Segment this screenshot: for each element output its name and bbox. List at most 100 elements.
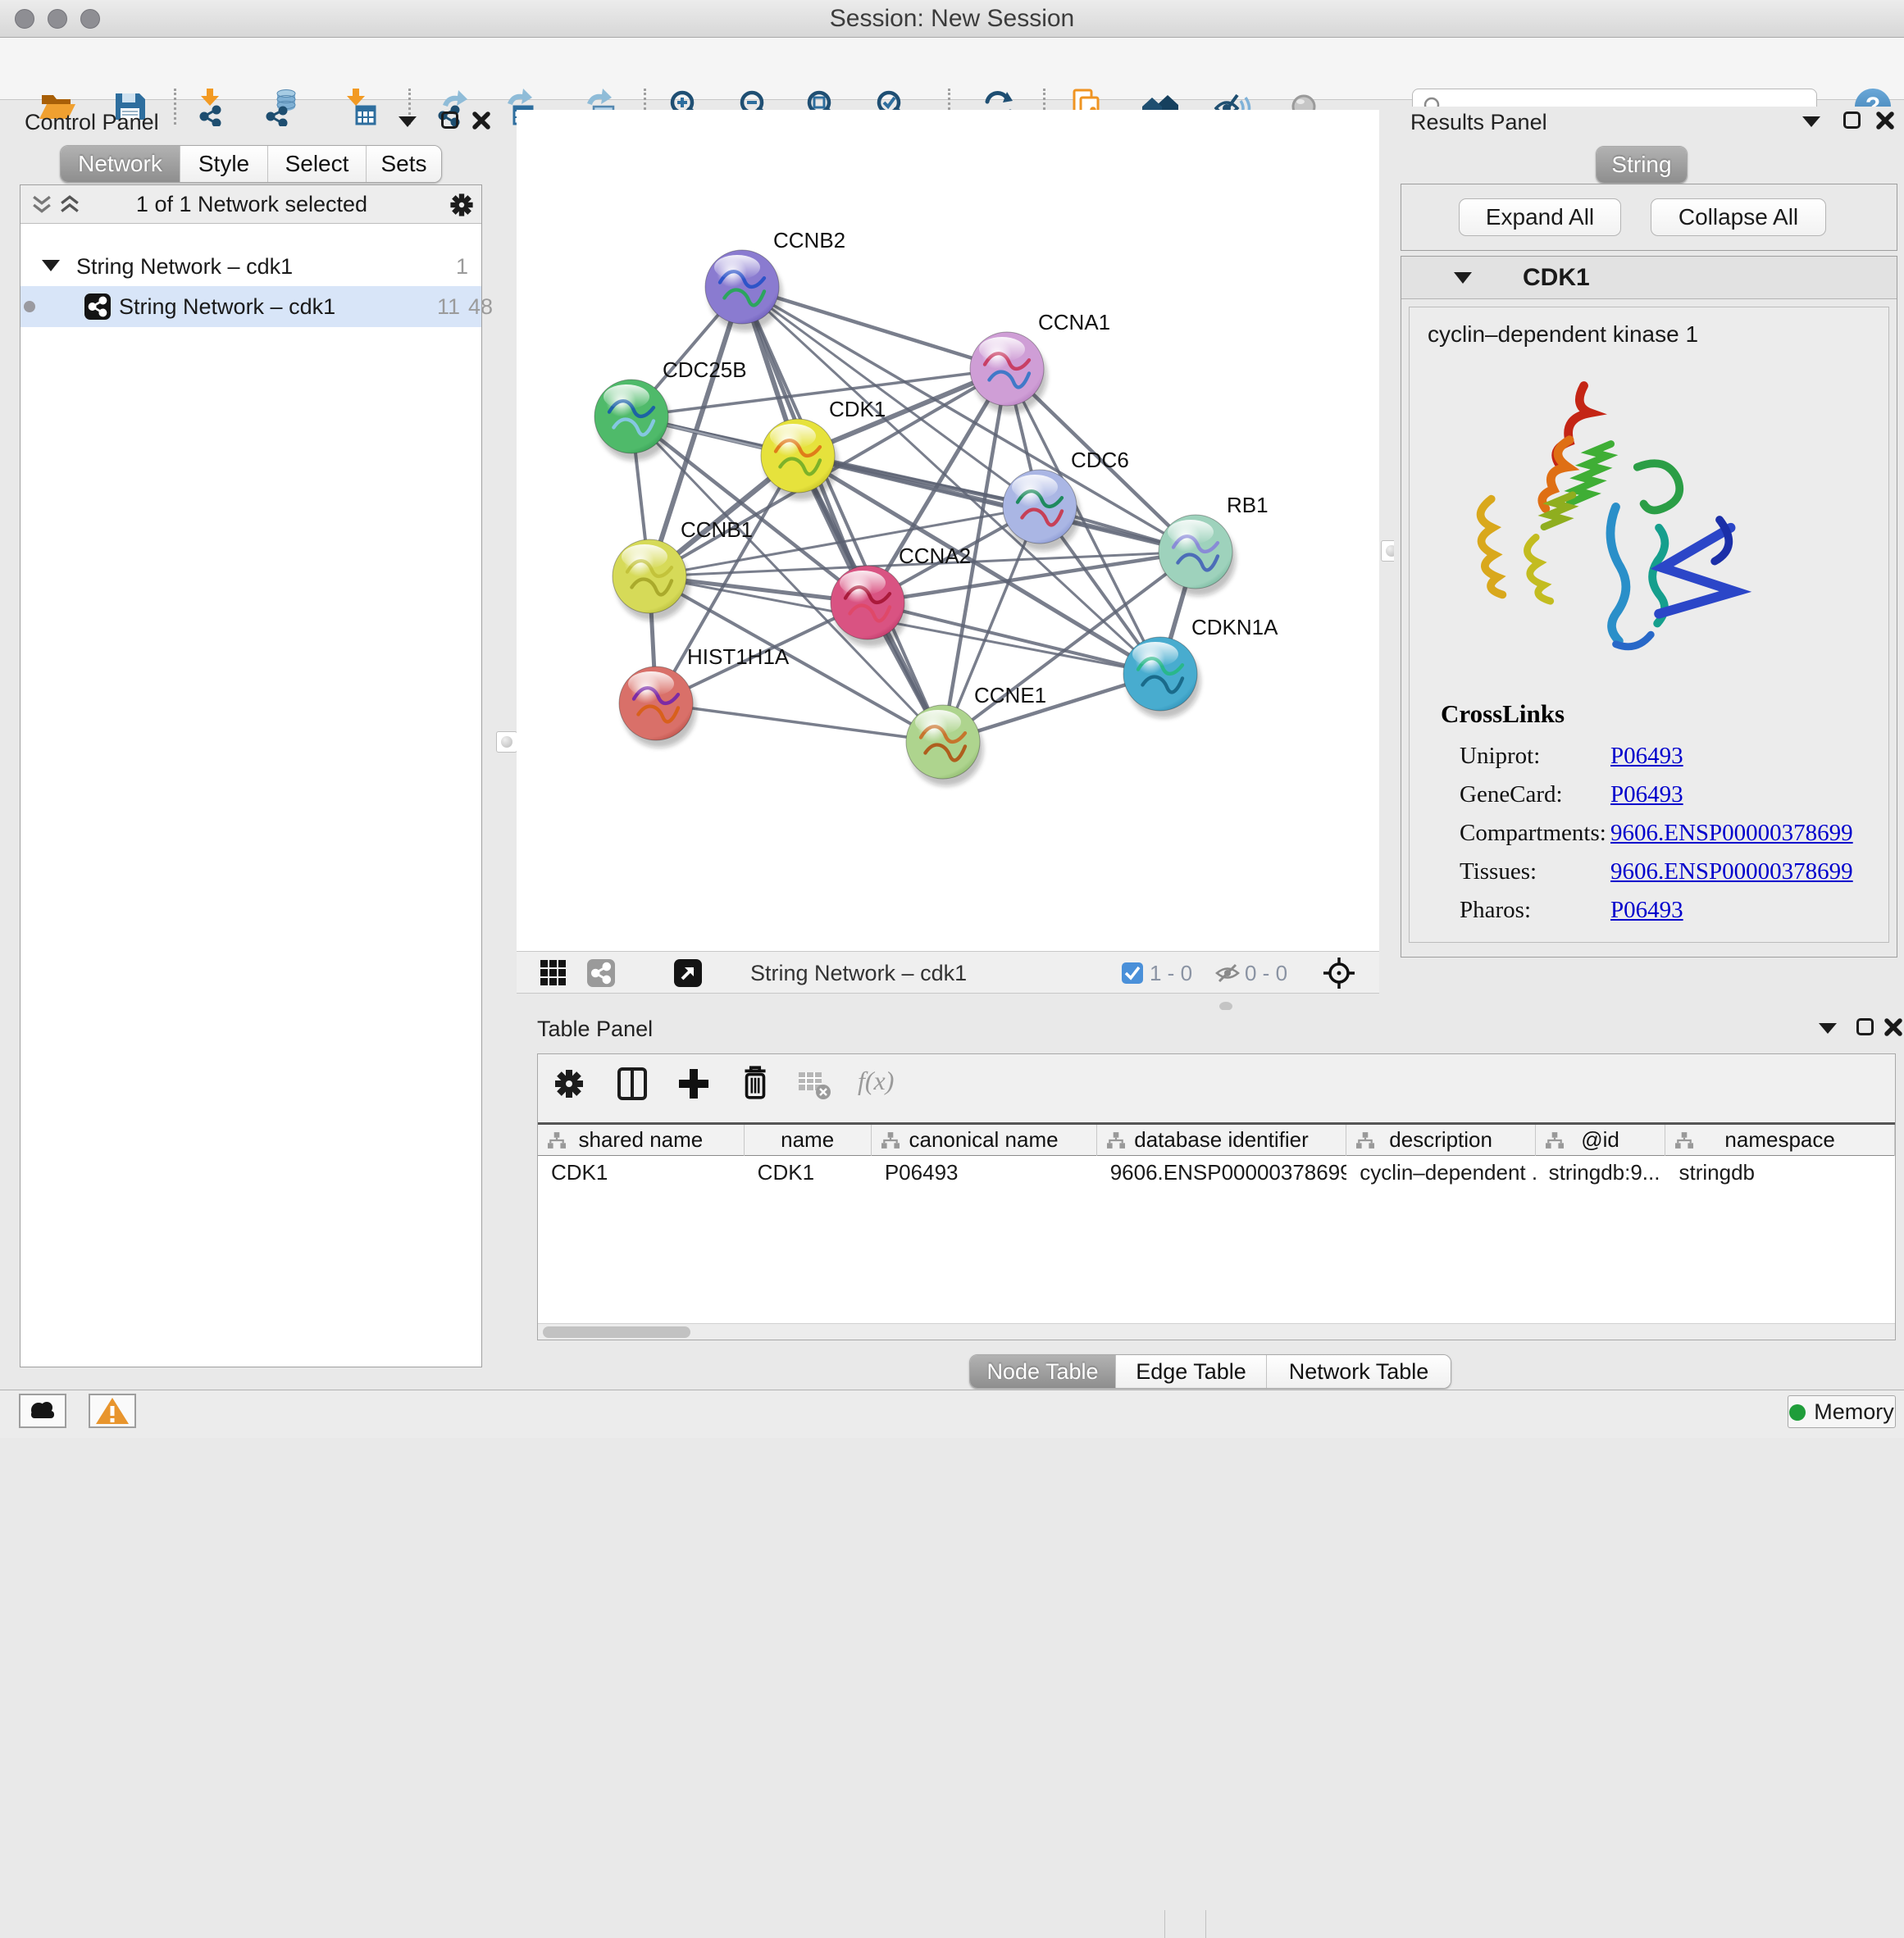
gear-icon[interactable] — [449, 192, 475, 218]
warning-button[interactable] — [89, 1394, 136, 1428]
network-edge-CDK1-RB1[interactable] — [798, 456, 1196, 552]
crosslink-link[interactable]: P06493 — [1610, 743, 1683, 769]
scrollbar-thumb[interactable] — [543, 1326, 690, 1338]
column-header-label: description — [1346, 1125, 1534, 1154]
tab-edge-table[interactable]: Edge Table — [1116, 1355, 1267, 1388]
column-header-database-identifier[interactable]: database identifier — [1097, 1125, 1347, 1156]
table-panel-tabs: Node Table Edge Table Network Table — [969, 1354, 1451, 1389]
panel-close-icon[interactable] — [472, 111, 490, 130]
network-edge-CCNB2-RB1[interactable] — [742, 287, 1196, 552]
panel-collapse-icon[interactable] — [399, 116, 417, 127]
table-panel-title: Table Panel — [537, 1017, 653, 1042]
panel-collapse-icon[interactable] — [1819, 1023, 1837, 1034]
hidden-eye-slash-icon[interactable] — [1215, 962, 1240, 984]
collapse-all-button[interactable]: Collapse All — [1651, 198, 1826, 236]
panel-float-icon[interactable] — [1843, 111, 1861, 129]
selected-checkbox-icon[interactable] — [1122, 962, 1143, 984]
protein-section-header[interactable]: CDK1 — [1401, 257, 1897, 299]
tab-network-table[interactable]: Network Table — [1267, 1355, 1451, 1388]
network-node-label: CDKN1A — [1191, 615, 1278, 639]
horizontal-scrollbar[interactable] — [538, 1323, 1895, 1340]
table-cell[interactable]: CDK1 — [538, 1157, 745, 1188]
share-view-icon[interactable] — [587, 959, 615, 987]
column-header-name[interactable]: name — [745, 1125, 872, 1156]
crosslink-label: Pharos: — [1460, 897, 1610, 924]
network-selection-summary: 1 of 1 Network selected — [20, 185, 483, 224]
delete-table-icon-disabled — [797, 1069, 831, 1100]
protein-structure-image — [1446, 371, 1757, 666]
memory-button[interactable]: Memory — [1788, 1395, 1896, 1428]
network-node-CCNA1[interactable]: CCNA1 — [970, 310, 1110, 413]
crosslink-row: Tissues:9606.ENSP00000378699 — [1460, 858, 1853, 897]
network-node-CCNE1[interactable]: CCNE1 — [906, 683, 1046, 786]
network-node-CCNB2[interactable]: CCNB2 — [705, 228, 845, 331]
crosslink-row: GeneCard:P06493 — [1460, 781, 1683, 820]
show-columns-icon[interactable] — [614, 1066, 650, 1102]
tree-expander-icon[interactable] — [42, 260, 60, 271]
tab-string[interactable]: String — [1597, 147, 1687, 183]
crosslink-link[interactable]: 9606.ENSP00000378699 — [1610, 820, 1853, 846]
toolbar-separator — [1164, 1910, 1165, 1938]
network-node-RB1[interactable]: RB1 — [1159, 493, 1269, 596]
column-header--id[interactable]: @id — [1536, 1125, 1666, 1156]
control-panel-tabs: Network Style Select Sets — [60, 145, 442, 183]
protein-name: CDK1 — [1523, 257, 1590, 299]
table-gear-icon[interactable] — [553, 1067, 585, 1100]
section-expander-icon[interactable] — [1454, 272, 1472, 284]
window-title: Session: New Session — [0, 0, 1904, 38]
warning-icon — [90, 1395, 134, 1426]
crosslink-link[interactable]: P06493 — [1610, 897, 1683, 923]
panel-float-icon[interactable] — [1856, 1018, 1874, 1035]
crosslink-label: Compartments: — [1460, 820, 1610, 847]
column-header-description[interactable]: description — [1346, 1125, 1535, 1156]
network-node-label: CDK1 — [829, 397, 886, 421]
network-canvas[interactable]: CCNB2CCNA1CDC25BCDK1CDC6RB1CCNB1CCNA2CDK… — [517, 110, 1379, 951]
panel-close-icon[interactable] — [1876, 111, 1894, 130]
table-row[interactable]: CDK1CDK1P064939606.ENSP00000378699cyclin… — [538, 1157, 1895, 1188]
network-row-selected[interactable]: String Network – cdk1 11 48 — [20, 286, 481, 327]
collection-count: 1 — [456, 247, 468, 286]
panel-close-icon[interactable] — [1884, 1018, 1902, 1036]
control-panel-title: Control Panel — [25, 110, 159, 135]
delete-column-icon[interactable] — [737, 1064, 773, 1102]
cloud-button[interactable] — [19, 1394, 66, 1428]
crosslink-link[interactable]: 9606.ENSP00000378699 — [1610, 858, 1853, 885]
crosslink-label: Tissues: — [1460, 858, 1610, 885]
table-cell[interactable]: cyclin–dependent ... — [1346, 1157, 1535, 1188]
add-column-icon[interactable] — [676, 1066, 712, 1102]
column-header-label: name — [745, 1125, 871, 1154]
network-node-CDKN1A[interactable]: CDKN1A — [1123, 615, 1278, 718]
column-header-label: namespace — [1665, 1125, 1894, 1154]
column-header-shared-name[interactable]: shared name — [538, 1125, 745, 1156]
table-cell[interactable]: P06493 — [872, 1157, 1097, 1188]
tab-network[interactable]: Network — [61, 146, 180, 182]
table-header-row: shared namenamecanonical namedatabase id… — [538, 1125, 1895, 1156]
column-header-label: canonical name — [872, 1125, 1096, 1154]
column-header-namespace[interactable]: namespace — [1665, 1125, 1895, 1156]
tab-sets[interactable]: Sets — [367, 146, 441, 182]
network-view-title: String Network – cdk1 — [750, 952, 967, 994]
network-edge-CCNB2-CCNE1[interactable] — [742, 287, 943, 742]
network-node-HIST1H1A[interactable]: HIST1H1A — [619, 644, 790, 748]
table-cell[interactable]: stringdb:9... — [1536, 1157, 1666, 1188]
tab-select[interactable]: Select — [268, 146, 367, 182]
table-cell[interactable]: CDK1 — [745, 1157, 872, 1188]
network-node-CDC6[interactable]: CDC6 — [1003, 448, 1129, 551]
network-collection-row[interactable]: String Network – cdk1 1 — [20, 247, 481, 286]
left-splitter-handle[interactable] — [496, 731, 517, 753]
open-in-window-icon[interactable] — [674, 959, 702, 987]
tab-style[interactable]: Style — [180, 146, 268, 182]
panel-collapse-icon[interactable] — [1802, 116, 1820, 127]
panel-float-icon[interactable] — [441, 111, 458, 129]
crosslink-link[interactable]: P06493 — [1610, 781, 1683, 808]
table-cell[interactable]: stringdb — [1666, 1157, 1896, 1188]
expand-all-button[interactable]: Expand All — [1459, 198, 1621, 236]
column-header-canonical-name[interactable]: canonical name — [872, 1125, 1097, 1156]
selected-node-count: 1 - 0 — [1150, 952, 1192, 994]
grid-view-icon[interactable] — [540, 959, 567, 987]
network-edge-HIST1H1A-CCNE1[interactable] — [656, 703, 943, 742]
protein-description: cyclin–dependent kinase 1 — [1428, 314, 1698, 355]
crosshair-icon[interactable] — [1322, 956, 1356, 990]
table-cell[interactable]: 9606.ENSP00000378699 — [1097, 1157, 1347, 1188]
tab-node-table[interactable]: Node Table — [970, 1355, 1116, 1388]
